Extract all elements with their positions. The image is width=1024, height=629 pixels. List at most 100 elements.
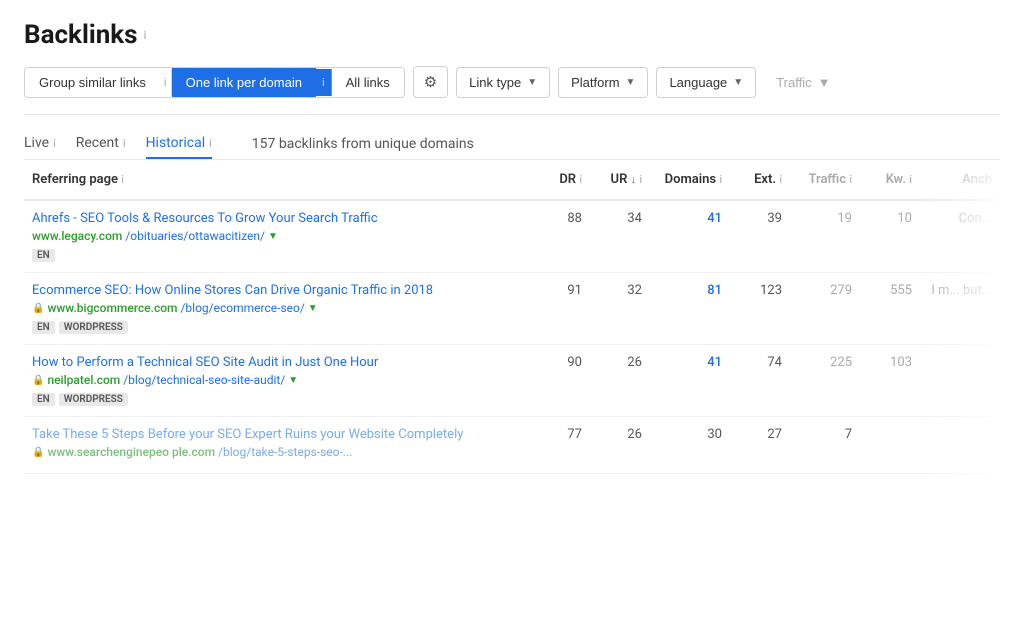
badge-container: EN xyxy=(32,247,522,262)
domain-text[interactable]: www.bigcommerce.com xyxy=(47,301,177,315)
dr-cell: 90 xyxy=(530,345,590,417)
badge-wordpress: WORDPRESS xyxy=(59,321,128,334)
ur-cell: 34 xyxy=(590,200,650,273)
domain-text[interactable]: www.legacy.com xyxy=(32,229,122,243)
page-title-link[interactable]: Take These 5 Steps Before your SEO Exper… xyxy=(32,427,522,442)
tab-live-label: Live xyxy=(24,135,49,151)
page-title-info-icon[interactable]: i xyxy=(144,28,147,42)
platform-dropdown[interactable]: Platform ▼ xyxy=(558,67,648,98)
table-row: Take These 5 Steps Before your SEO Exper… xyxy=(24,417,1000,474)
referring-page-cell: Take These 5 Steps Before your SEO Exper… xyxy=(24,417,530,474)
tab-recent[interactable]: Recent i xyxy=(76,129,126,159)
tab-recent-label: Recent xyxy=(76,135,119,151)
dr-cell: 77 xyxy=(530,417,590,474)
ext-cell: 123 xyxy=(730,273,790,345)
kw-cell: 103 xyxy=(860,345,920,417)
ur-cell: 32 xyxy=(590,273,650,345)
badge-container: ENWORDPRESS xyxy=(32,391,522,406)
ur-cell: 26 xyxy=(590,345,650,417)
kw-cell: 10 xyxy=(860,200,920,273)
table-row: How to Perform a Technical SEO Site Audi… xyxy=(24,345,1000,417)
page-title-link[interactable]: Ecommerce SEO: How Online Stores Can Dri… xyxy=(32,283,522,298)
dr-cell: 88 xyxy=(530,200,590,273)
page-url: 🔒neilpatel.com/blog/technical-seo-site-a… xyxy=(32,373,522,387)
tab-historical-label: Historical xyxy=(146,135,206,151)
table-row: Ecommerce SEO: How Online Stores Can Dri… xyxy=(24,273,1000,345)
th-ext[interactable]: Ext. i xyxy=(730,160,790,200)
anch-cell: Con... xyxy=(920,200,1000,273)
dr-cell: 91 xyxy=(530,273,590,345)
language-label: Language xyxy=(669,75,727,90)
page-title-link[interactable]: How to Perform a Technical SEO Site Audi… xyxy=(32,355,522,370)
traffic-arrow-icon: ▼ xyxy=(818,75,831,90)
ext-cell: 39 xyxy=(730,200,790,273)
tab-historical-info-icon: i xyxy=(209,137,212,150)
all-links-button[interactable]: All links xyxy=(332,68,404,97)
traffic-cell: 279 xyxy=(790,273,860,345)
th-traffic[interactable]: Traffic i xyxy=(790,160,860,200)
language-dropdown[interactable]: Language ▼ xyxy=(656,67,756,98)
page-title-text: Backlinks xyxy=(24,20,138,50)
referring-page-cell: Ahrefs - SEO Tools & Resources To Grow Y… xyxy=(24,200,530,273)
path-text[interactable]: /blog/technical-seo-site-audit/ xyxy=(123,373,285,387)
th-referring-page: Referring page i xyxy=(24,160,530,200)
group-similar-button[interactable]: Group similar links xyxy=(25,68,160,97)
link-filter-group: Group similar links i One link per domai… xyxy=(24,67,405,98)
th-kw[interactable]: Kw. i xyxy=(860,160,920,200)
page-url: 🔒www.searchenginepeo ple.com/blog/take-5… xyxy=(32,445,522,459)
path-text[interactable]: /blog/ecommerce-seo/ xyxy=(180,301,304,315)
th-domains[interactable]: Domains i xyxy=(650,160,730,200)
th-dr[interactable]: DR i xyxy=(530,160,590,200)
page-url: www.legacy.com/obituaries/ottawacitizen/… xyxy=(32,229,522,243)
traffic-label: Traffic xyxy=(776,75,811,90)
table-row: Ahrefs - SEO Tools & Resources To Grow Y… xyxy=(24,200,1000,273)
backlinks-table: Referring page i DR i UR ↓ i Domains i xyxy=(24,160,1000,474)
link-type-arrow-icon: ▼ xyxy=(527,77,537,88)
anch-cell xyxy=(920,417,1000,474)
url-dropdown-icon[interactable]: ▼ xyxy=(268,231,278,242)
page-title-link[interactable]: Ahrefs - SEO Tools & Resources To Grow Y… xyxy=(32,211,522,226)
settings-gear-button[interactable]: ⚙ xyxy=(413,66,448,98)
domain-text[interactable]: www.searchenginepeo ple.com xyxy=(47,445,215,459)
path-text[interactable]: /obituaries/ottawacitizen/ xyxy=(125,229,265,243)
domain-text[interactable]: neilpatel.com xyxy=(47,373,120,387)
tab-historical[interactable]: Historical i xyxy=(146,129,212,159)
ext-cell: 74 xyxy=(730,345,790,417)
kw-cell: 555 xyxy=(860,273,920,345)
page-title: Backlinks i xyxy=(24,20,1000,50)
badge-container: EN WORDPRESS xyxy=(32,319,522,334)
sub-tabs: Live i Recent i Historical i 157 backlin… xyxy=(24,115,1000,160)
one-per-domain-button[interactable]: One link per domain xyxy=(172,68,316,97)
traffic-cell: 19 xyxy=(790,200,860,273)
domains-cell: 81 xyxy=(650,273,730,345)
traffic-dropdown[interactable]: Traffic ▼ xyxy=(764,68,842,97)
th-anch[interactable]: Anch xyxy=(920,160,1000,200)
lock-icon: 🔒 xyxy=(32,375,44,386)
ur-cell: 26 xyxy=(590,417,650,474)
badge-en: EN xyxy=(32,249,55,262)
group-similar-info-icon: i xyxy=(160,69,172,96)
anch-cell xyxy=(920,345,1000,417)
url-dropdown-icon[interactable]: ▼ xyxy=(308,303,318,314)
tab-live[interactable]: Live i xyxy=(24,129,56,159)
platform-arrow-icon: ▼ xyxy=(626,77,636,88)
language-arrow-icon: ▼ xyxy=(733,77,743,88)
backlinks-summary: 157 backlinks from unique domains xyxy=(252,136,474,152)
th-ur[interactable]: UR ↓ i xyxy=(590,160,650,200)
table-header-row: Referring page i DR i UR ↓ i Domains i xyxy=(24,160,1000,200)
toolbar: Group similar links i One link per domai… xyxy=(24,66,1000,115)
ur-sort-icon: ↓ xyxy=(631,173,637,186)
url-dropdown-icon[interactable]: ▼ xyxy=(288,375,298,386)
domains-cell: 41 xyxy=(650,345,730,417)
badge-en: EN xyxy=(32,321,55,334)
backlinks-table-container: Referring page i DR i UR ↓ i Domains i xyxy=(24,160,1000,474)
domains-cell: 41 xyxy=(650,200,730,273)
path-text[interactable]: /blog/take-5-steps-seo-... xyxy=(218,445,352,459)
referring-page-cell: How to Perform a Technical SEO Site Audi… xyxy=(24,345,530,417)
traffic-cell: 7 xyxy=(790,417,860,474)
gear-icon: ⚙ xyxy=(424,74,437,91)
domains-cell: 30 xyxy=(650,417,730,474)
page-url: 🔒www.bigcommerce.com/blog/ecommerce-seo/… xyxy=(32,301,522,315)
link-type-dropdown[interactable]: Link type ▼ xyxy=(456,67,550,98)
lock-icon: 🔒 xyxy=(32,303,44,314)
